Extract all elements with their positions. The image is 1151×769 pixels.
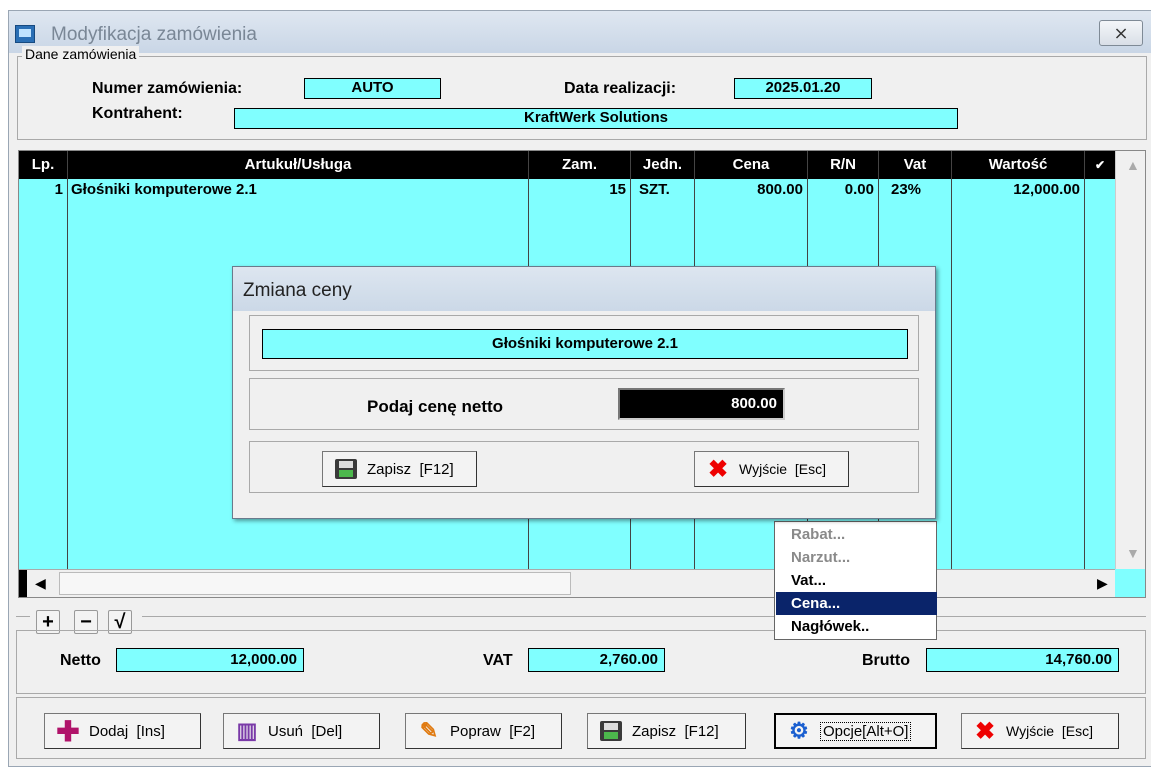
vat-field[interactable]: 2,760.00 bbox=[528, 648, 665, 672]
row-vat[interactable]: 23% bbox=[891, 181, 921, 198]
row-unit[interactable]: SZT. bbox=[639, 181, 670, 198]
col-price[interactable]: Cena bbox=[695, 151, 807, 179]
dialog-exit-button[interactable]: ✖ Wyjście [Esc] bbox=[694, 451, 849, 487]
row-indicator bbox=[19, 570, 27, 597]
col-unit[interactable]: Jedn. bbox=[631, 151, 694, 179]
order-number-field[interactable]: AUTO bbox=[304, 78, 441, 99]
brutto-field[interactable]: 14,760.00 bbox=[926, 648, 1119, 672]
options-menu: Rabat... Narzut... Vat... Cena... Nagłów… bbox=[774, 521, 937, 640]
add-button-label: Dodaj [Ins] bbox=[89, 722, 165, 740]
grid-vertical-scrollbar[interactable]: ▲ ▼ bbox=[1115, 151, 1145, 569]
pencil-icon: ✎ bbox=[419, 718, 439, 743]
col-divider bbox=[951, 151, 952, 569]
col-divider bbox=[67, 151, 68, 569]
menu-item-vat[interactable]: Vat... bbox=[776, 569, 937, 592]
options-button[interactable]: ⚙ Opcje[Alt+O] bbox=[774, 713, 937, 749]
col-divider bbox=[1084, 151, 1085, 569]
brutto-label: Brutto bbox=[862, 652, 910, 669]
col-value[interactable]: Wartość bbox=[952, 151, 1084, 179]
title-bar[interactable]: Modyfikacja zamówienia ⨯ bbox=[9, 11, 1151, 53]
gear-icon: ⚙ bbox=[789, 718, 809, 743]
col-item[interactable]: Artukuł/Usługa bbox=[68, 151, 528, 179]
floppy-icon bbox=[598, 720, 624, 742]
vat-label: VAT bbox=[483, 652, 513, 669]
row-value[interactable]: 12,000.00 bbox=[952, 181, 1080, 198]
netto-label: Netto bbox=[60, 652, 101, 669]
menu-item-discount[interactable]: Rabat... bbox=[776, 523, 937, 546]
row-qty[interactable]: 15 bbox=[529, 181, 626, 198]
grid-header: Lp. Artukuł/Usługa Zam. Jedn. Cena R/N V… bbox=[19, 151, 1145, 179]
col-lp[interactable]: Lp. bbox=[19, 151, 67, 179]
netto-field[interactable]: 12,000.00 bbox=[116, 648, 304, 672]
dialog-title[interactable]: Zmiana ceny bbox=[233, 267, 935, 311]
scroll-left-icon[interactable]: ◀ bbox=[35, 575, 46, 592]
close-icon: ✖ bbox=[974, 717, 996, 745]
price-panel bbox=[249, 378, 919, 430]
options-button-label: Opcje[Alt+O] bbox=[820, 721, 912, 741]
net-price-input[interactable]: 800.00 bbox=[618, 388, 785, 420]
order-data-legend: Dane zamówienia bbox=[22, 46, 140, 62]
row-rn[interactable]: 0.00 bbox=[808, 181, 874, 198]
dialog-save-button[interactable]: Zapisz [F12] bbox=[322, 451, 477, 487]
delivery-date-label: Data realizacji: bbox=[564, 80, 677, 97]
app-icon bbox=[15, 25, 35, 43]
menu-item-markup[interactable]: Narzut... bbox=[776, 546, 937, 569]
scroll-right-icon[interactable]: ▶ bbox=[1097, 575, 1108, 592]
grid-corner bbox=[1115, 569, 1145, 597]
exit-button[interactable]: ✖ Wyjście [Esc] bbox=[961, 713, 1119, 749]
delete-button-label: Usuń [Del] bbox=[268, 722, 343, 740]
col-check[interactable]: ✔ bbox=[1085, 151, 1115, 179]
save-button[interactable]: Zapisz [F12] bbox=[587, 713, 746, 749]
horizontal-scroll-thumb[interactable] bbox=[59, 572, 571, 595]
add-button[interactable]: ✚ Dodaj [Ins] bbox=[44, 713, 201, 749]
exit-button-label: Wyjście [Esc] bbox=[1006, 723, 1093, 739]
row-price[interactable]: 800.00 bbox=[695, 181, 803, 198]
product-name-field: Głośniki komputerowe 2.1 bbox=[262, 329, 908, 359]
scroll-down-icon[interactable]: ▼ bbox=[1126, 545, 1140, 561]
delete-button[interactable]: ▥ Usuń [Del] bbox=[223, 713, 380, 749]
edit-button-label: Popraw [F2] bbox=[450, 722, 536, 740]
client-field[interactable]: KraftWerk Solutions bbox=[234, 108, 958, 129]
scroll-up-icon[interactable]: ▲ bbox=[1126, 157, 1140, 173]
close-icon: ✖ bbox=[707, 455, 729, 483]
order-number-label: Numer zamówienia: bbox=[92, 80, 243, 97]
col-qty[interactable]: Zam. bbox=[529, 151, 630, 179]
price-change-dialog: Zmiana ceny Głośniki komputerowe 2.1 Pod… bbox=[232, 266, 936, 519]
delivery-date-field[interactable]: 2025.01.20 bbox=[734, 78, 872, 99]
menu-item-header[interactable]: Nagłówek.. bbox=[776, 615, 937, 638]
grid-horizontal-scrollbar[interactable]: ◀ ▶ bbox=[19, 569, 1115, 597]
col-rn[interactable]: R/N bbox=[808, 151, 878, 179]
floppy-icon bbox=[333, 458, 359, 480]
dialog-save-label: Zapisz [F12] bbox=[367, 460, 454, 478]
client-label: Kontrahent: bbox=[92, 105, 183, 122]
row-item[interactable]: Głośniki komputerowe 2.1 bbox=[71, 181, 257, 198]
window-title: Modyfikacja zamówienia bbox=[51, 24, 257, 45]
col-vat[interactable]: Vat bbox=[879, 151, 951, 179]
net-price-label: Podaj cenę netto bbox=[367, 397, 504, 416]
menu-item-price[interactable]: Cena... bbox=[776, 592, 937, 615]
edit-button[interactable]: ✎ Popraw [F2] bbox=[405, 713, 562, 749]
save-button-label: Zapisz [F12] bbox=[632, 722, 719, 740]
dialog-exit-label: Wyjście [Esc] bbox=[739, 461, 826, 477]
row-lp[interactable]: 1 bbox=[19, 181, 63, 198]
plus-icon: ✚ bbox=[56, 715, 80, 747]
trash-icon: ▥ bbox=[236, 718, 258, 743]
window-close-button[interactable]: ⨯ bbox=[1099, 20, 1143, 46]
